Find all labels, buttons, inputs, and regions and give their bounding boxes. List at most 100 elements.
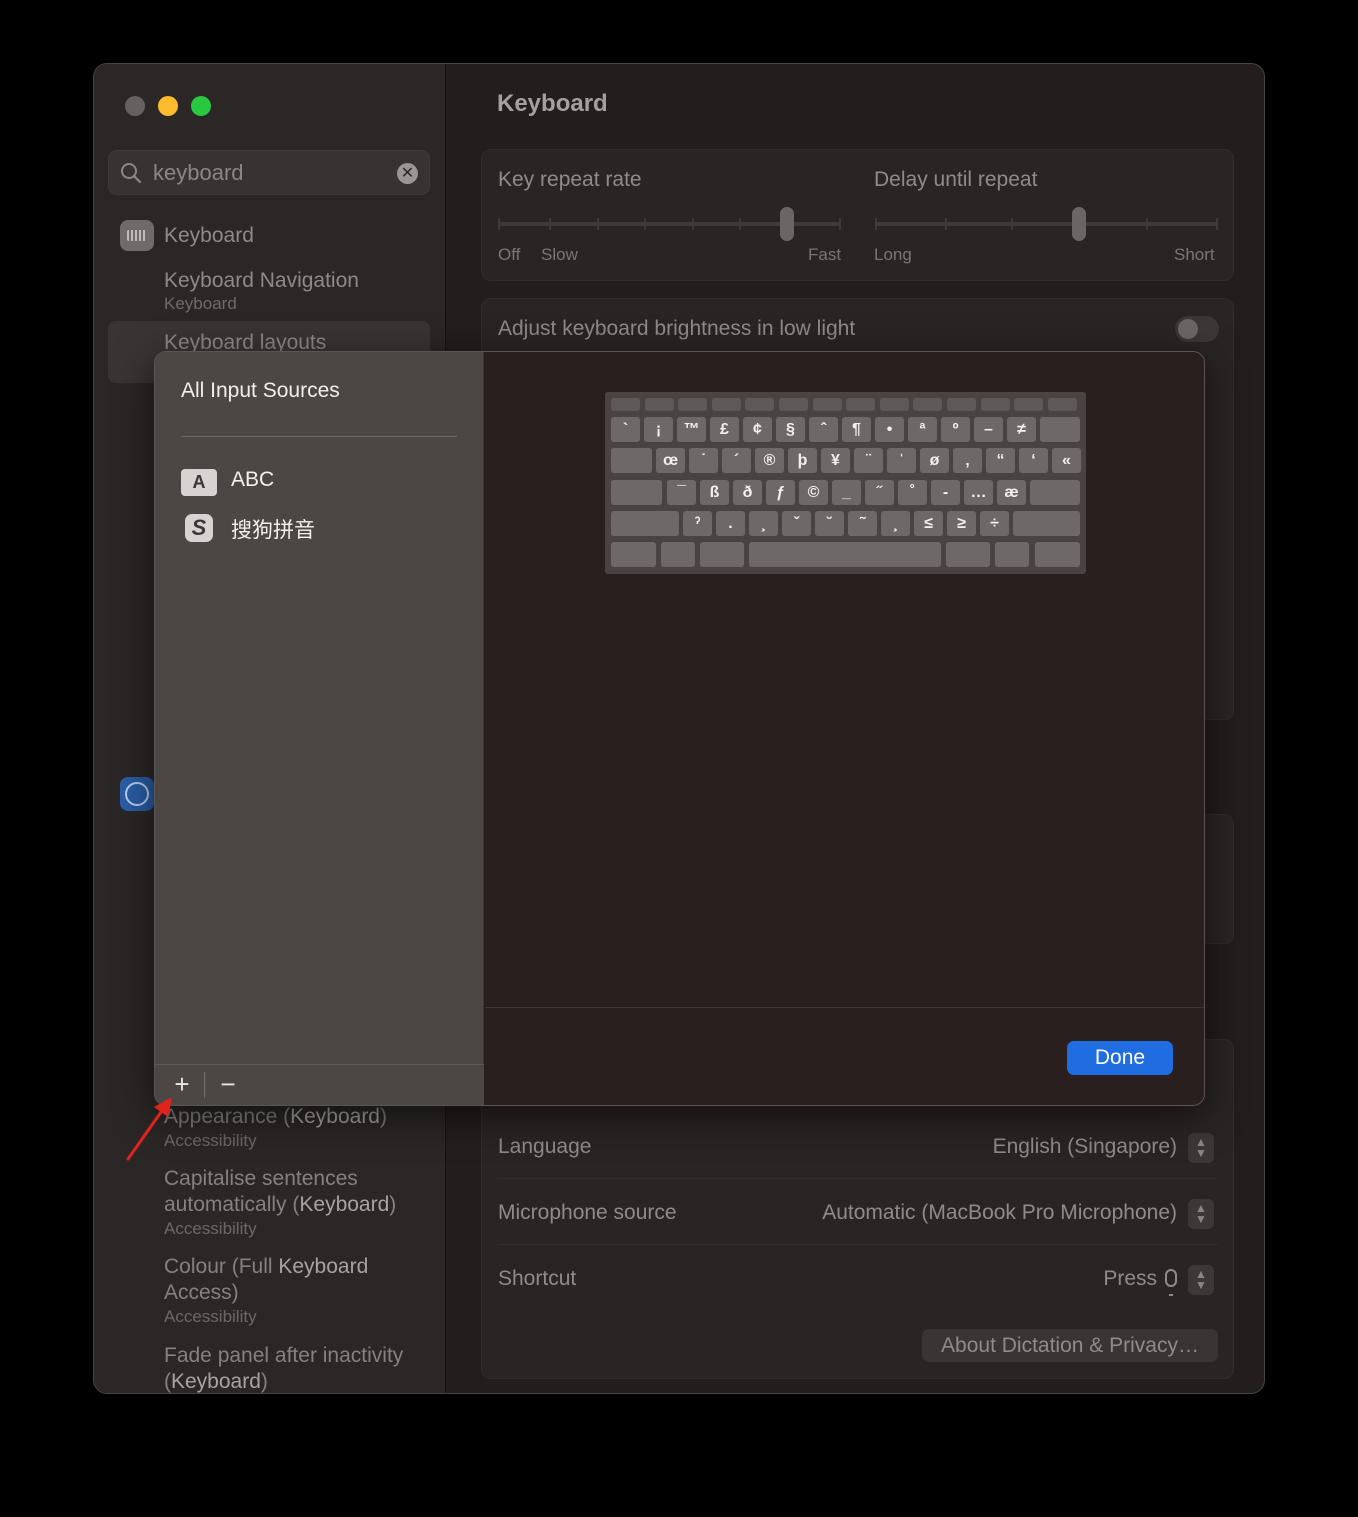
keyboard-key: ¶ [842, 417, 871, 442]
keyboard-key: © [799, 480, 828, 505]
microphone-value[interactable]: Automatic (MacBook Pro Microphone) [822, 1201, 1177, 1225]
language-label: Language [498, 1135, 592, 1158]
result-text: Appearance ( [164, 1105, 291, 1128]
keyboard-key: ¡ [644, 417, 673, 442]
keyboard-key: ¥ [821, 448, 850, 473]
keyboard-key: ø [920, 448, 949, 473]
function-key [711, 398, 741, 411]
modifier-key [995, 542, 1029, 567]
slider-tick [1146, 218, 1148, 230]
shortcut-stepper[interactable]: ▲ ▼ [1188, 1265, 1214, 1295]
function-key [678, 398, 708, 411]
result-colour[interactable]: Colour (Full Keyboard Access) Accessibil… [164, 1254, 434, 1328]
search-field[interactable]: keyboard ✕ [108, 150, 430, 195]
key-repeat-slow: Slow [541, 245, 578, 264]
shortcut-label: Shortcut [498, 1267, 577, 1290]
function-key [1014, 398, 1044, 411]
keyboard-key: ð [733, 480, 762, 505]
keyboard-key: ≠ [1007, 417, 1036, 442]
function-key [947, 398, 976, 411]
input-source-name: ABC [231, 468, 275, 491]
add-input-source-button[interactable]: + [169, 1070, 195, 1098]
input-source-abc[interactable]: A ABC [181, 468, 457, 499]
delay-repeat-knob[interactable] [1072, 207, 1086, 241]
list-divider [181, 436, 457, 437]
slider-tick [549, 218, 551, 230]
modifier-key [611, 542, 656, 567]
keyboard-key: ¨ [854, 448, 883, 473]
result-keyboard-navigation[interactable]: Keyboard Navigation [164, 269, 359, 293]
minimize-window-button[interactable] [158, 96, 178, 116]
result-keyboard-navigation-sub: Keyboard [164, 294, 237, 313]
shortcut-value-text: Press [1103, 1267, 1157, 1290]
key-repeat-off: Off [498, 245, 521, 264]
keyboard-key: “ [986, 448, 1015, 473]
about-dictation-button[interactable]: About Dictation & Privacy… [922, 1329, 1218, 1362]
modifier-key [749, 542, 941, 567]
search-input[interactable]: keyboard [153, 160, 244, 186]
result-text: ) [260, 1370, 268, 1393]
keyboard-key: ™ [677, 417, 706, 442]
row-divider [498, 1244, 1218, 1245]
result-text: Colour (Full [164, 1255, 279, 1278]
shortcut-value[interactable]: Press [1103, 1267, 1177, 1296]
function-key [779, 398, 808, 411]
microphone-icon [1165, 1269, 1177, 1296]
key-repeat-card: Key repeat rate Off Slow Fast Delay unti… [481, 149, 1234, 281]
keyboard-key: ƒ [766, 480, 795, 505]
sogou-icon: S [185, 514, 213, 542]
slider-tick [597, 218, 599, 230]
keyboard-key: œ [656, 448, 685, 473]
language-value[interactable]: English (Singapore) [993, 1135, 1177, 1159]
done-button[interactable]: Done [1067, 1041, 1173, 1075]
keyboard-key: ˚ [898, 480, 927, 505]
clear-search-icon[interactable]: ✕ [397, 163, 418, 184]
result-fade-panel[interactable]: Fade panel after inactivity (Keyboard) [164, 1343, 434, 1393]
modifier-key [611, 511, 679, 536]
keyboard-key: - [931, 480, 960, 505]
function-key [745, 398, 775, 411]
adjust-brightness-toggle[interactable] [1175, 316, 1219, 342]
close-window-button[interactable] [125, 96, 145, 116]
keyboard-key: ¯ [667, 480, 696, 505]
delay-repeat-label: Delay until repeat [874, 168, 1038, 191]
microphone-stepper[interactable]: ▲ ▼ [1188, 1199, 1214, 1229]
remove-input-source-button[interactable]: − [215, 1070, 241, 1098]
input-source-name: 搜狗拼音 [231, 519, 315, 542]
page-title: Keyboard [497, 90, 608, 117]
result-sub: Accessibility [164, 1131, 257, 1150]
result-appearance[interactable]: Appearance (Keyboard) Accessibility [164, 1104, 434, 1152]
language-stepper[interactable]: ▲ ▼ [1188, 1133, 1214, 1163]
slider-tick [498, 218, 500, 230]
result-highlight: Keyboard [290, 1105, 380, 1128]
function-key [812, 398, 842, 411]
delay-repeat-slider[interactable] [875, 222, 1218, 226]
adjust-brightness-label: Adjust keyboard brightness in low light [498, 317, 856, 340]
modifier-key [1030, 480, 1080, 505]
zoom-window-button[interactable] [191, 96, 211, 116]
keyboard-key: ≤ [914, 511, 943, 536]
function-key [644, 398, 674, 411]
key-repeat-knob[interactable] [780, 207, 794, 241]
result-capitalise[interactable]: Capitalise sentences automatically (Keyb… [164, 1166, 434, 1240]
keyboard-key: … [964, 480, 993, 505]
modifier-key [1040, 417, 1080, 442]
keyboard-key: þ [788, 448, 817, 473]
keyboard-key: § [776, 417, 805, 442]
abc-badge-icon: A [181, 469, 217, 496]
all-input-sources-heading[interactable]: All Input Sources [181, 379, 340, 403]
footer-divider [485, 1007, 1204, 1008]
keyboard-key: ˈ [887, 448, 916, 473]
sidebar-item-keyboard[interactable]: Keyboard [164, 224, 254, 248]
modifier-key [1013, 511, 1080, 536]
keyboard-key: ª [908, 417, 937, 442]
list-toolbar: + − [155, 1064, 484, 1105]
input-sources-list-pane: All Input Sources A ABC S 搜狗拼音 + − [155, 352, 484, 1105]
keyboard-key: ˙ [689, 448, 718, 473]
slider-tick [644, 218, 646, 230]
keyboard-key: ˜ [848, 511, 877, 536]
slider-tick [739, 218, 741, 230]
keyboard-key: ÷ [980, 511, 1009, 536]
input-sources-sheet: All Input Sources A ABC S 搜狗拼音 + − ` ¡ ™ £ ¢… [154, 351, 1205, 1106]
input-source-sogou[interactable]: S 搜狗拼音 [181, 514, 457, 545]
